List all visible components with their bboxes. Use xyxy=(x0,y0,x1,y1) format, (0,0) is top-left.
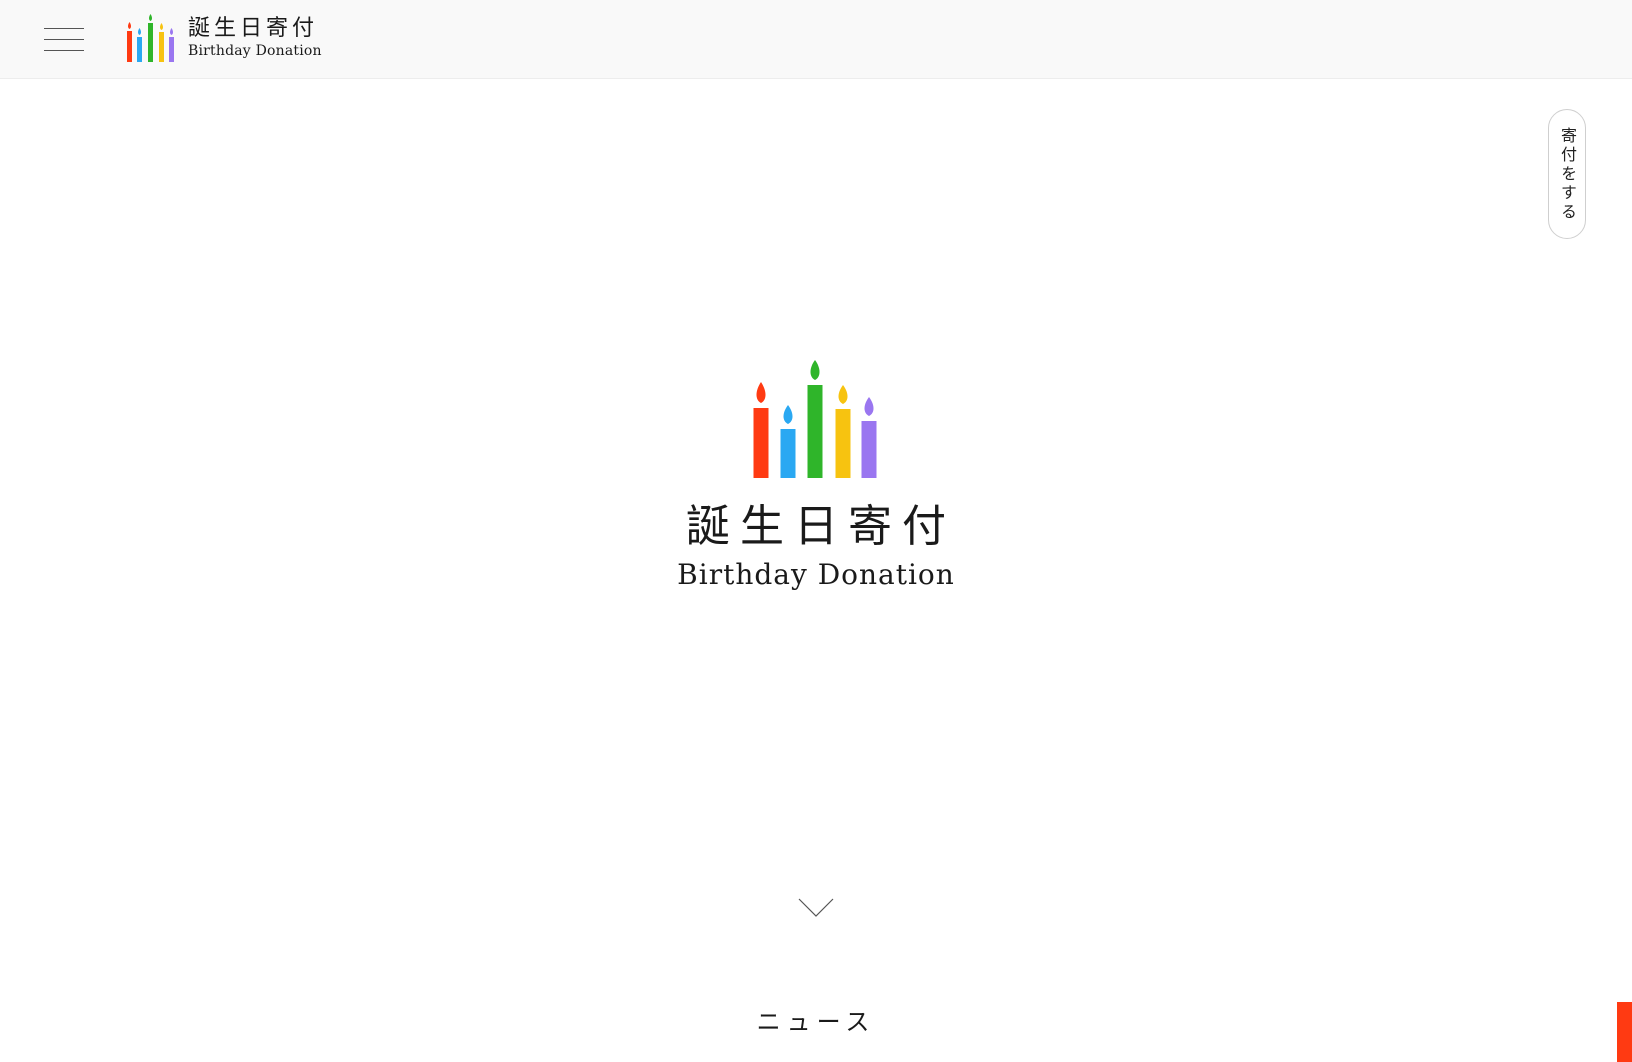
candles-logo-icon xyxy=(127,14,174,62)
hamburger-line xyxy=(44,50,84,51)
donate-button[interactable]: 寄付をする xyxy=(1548,109,1586,239)
hamburger-line xyxy=(44,28,84,29)
header-logo-link[interactable]: 誕生日寄付 Birthday Donation xyxy=(126,12,322,64)
side-tab[interactable] xyxy=(1617,1002,1632,1062)
header-logo-jp: 誕生日寄付 xyxy=(188,16,319,41)
hero-title-jp: 誕生日寄付 xyxy=(686,501,956,552)
hamburger-menu-icon[interactable] xyxy=(44,28,84,52)
hamburger-line xyxy=(44,39,84,40)
chevron-down-svg xyxy=(798,898,834,917)
donate-button-label: 寄付をする xyxy=(1558,126,1577,222)
site-header: 誕生日寄付 Birthday Donation xyxy=(0,0,1632,79)
header-logo-text: 誕生日寄付 Birthday Donation xyxy=(188,16,322,60)
header-logo-en: Birthday Donation xyxy=(188,43,322,59)
candles-logo-icon xyxy=(753,360,877,478)
hero-candles-logo xyxy=(752,360,880,478)
hero-title-en: Birthday Donation xyxy=(677,558,955,591)
hero-section: 誕生日寄付 Birthday Donation xyxy=(0,360,1632,592)
chevron-down-icon[interactable] xyxy=(798,898,834,918)
news-heading: ニュース xyxy=(756,1008,876,1036)
